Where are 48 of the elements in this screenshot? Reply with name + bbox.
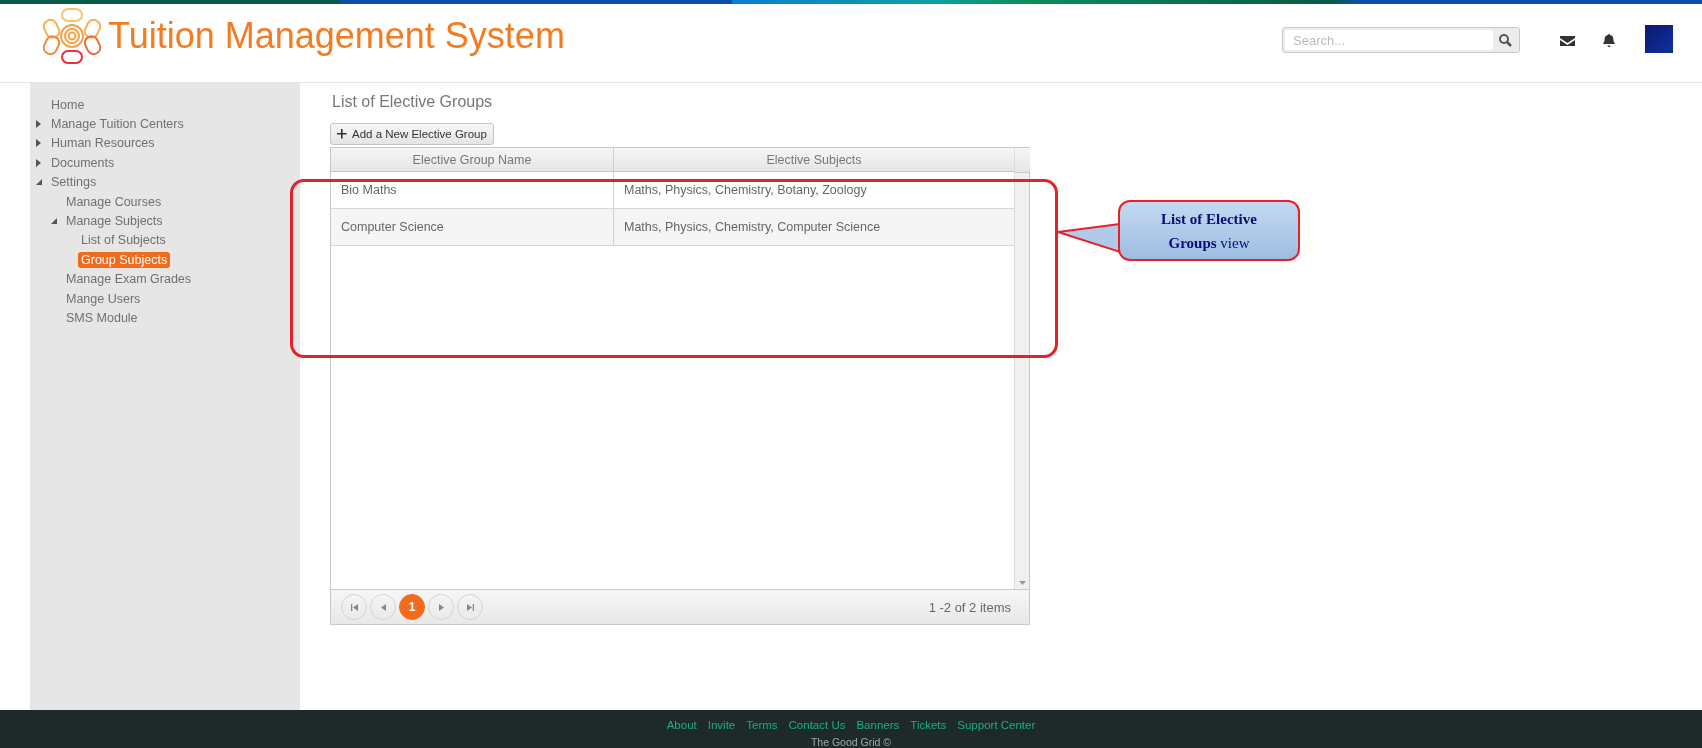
sidebar-item[interactable]: Manage Courses: [63, 193, 165, 210]
sidebar-item[interactable]: Manage Subjects: [63, 213, 166, 230]
search-icon[interactable]: [1498, 33, 1512, 47]
page-number[interactable]: 1: [399, 594, 425, 620]
collapsed-caret-icon[interactable]: [36, 120, 41, 129]
pager-info: 1 -2 of 2 items: [928, 599, 1012, 615]
last-page-icon: [466, 603, 474, 611]
page-title: List of Elective Groups: [332, 93, 494, 111]
sidebar-item[interactable]: SMS Module: [63, 310, 141, 326]
collapsed-caret-icon[interactable]: [36, 139, 41, 148]
sidebar-item[interactable]: List of Subjects: [78, 232, 169, 249]
first-page-icon: [350, 603, 358, 611]
sidebar-item[interactable]: Mange Users: [63, 290, 144, 307]
add-elective-group-button[interactable]: Add a New Elective Group: [330, 123, 494, 145]
footer-link[interactable]: Contact Us: [788, 718, 846, 732]
next-page-icon: [437, 603, 445, 611]
table-cell: Bio Maths: [331, 172, 614, 208]
sidebar-item[interactable]: Group Subjects: [78, 251, 171, 268]
callout-text: List of Elective Groups view: [1160, 209, 1258, 253]
sidebar-item[interactable]: Settings: [48, 174, 100, 191]
logo-icon: [42, 6, 102, 66]
table-cell-text: Maths, Physics, Chemistry, Computer Science: [623, 219, 882, 236]
search-field[interactable]: Search...: [1282, 27, 1520, 53]
plus-icon: [337, 129, 347, 139]
mail-icon[interactable]: [1560, 34, 1575, 46]
sidebar-item[interactable]: Manage Tuition Centers: [48, 116, 187, 133]
sidebar-item[interactable]: Documents: [48, 154, 118, 171]
sidebar-item[interactable]: Home: [48, 96, 88, 113]
scrollbar[interactable]: [1014, 148, 1029, 589]
collapsed-caret-icon[interactable]: [36, 158, 41, 167]
footer-link[interactable]: Terms: [746, 718, 778, 732]
bell-icon[interactable]: [1603, 33, 1615, 47]
footer-link[interactable]: Tickets: [910, 718, 947, 732]
previous-page-icon: [379, 603, 387, 611]
expanded-caret-icon[interactable]: [51, 218, 57, 225]
table-cell-text: Maths, Physics, Chemistry, Botany, Zoology: [623, 182, 868, 199]
sidebar-item[interactable]: Human Resources: [48, 135, 158, 152]
footer-link[interactable]: About: [666, 718, 697, 732]
copyright-text: The Good Grid ©: [810, 735, 892, 748]
column-header[interactable]: Elective Subjects: [614, 148, 1014, 171]
footer-link[interactable]: Support Center: [957, 718, 1036, 732]
sidebar-item[interactable]: Manage Exam Grades: [63, 271, 195, 288]
table-cell: Computer Science: [331, 209, 614, 245]
footer-link[interactable]: Invite: [707, 718, 736, 732]
expanded-caret-icon[interactable]: [36, 179, 42, 186]
column-header[interactable]: Elective Group Name: [331, 148, 614, 171]
app-title: Tuition Management System: [108, 15, 565, 57]
footer-link[interactable]: Banners: [856, 718, 900, 732]
